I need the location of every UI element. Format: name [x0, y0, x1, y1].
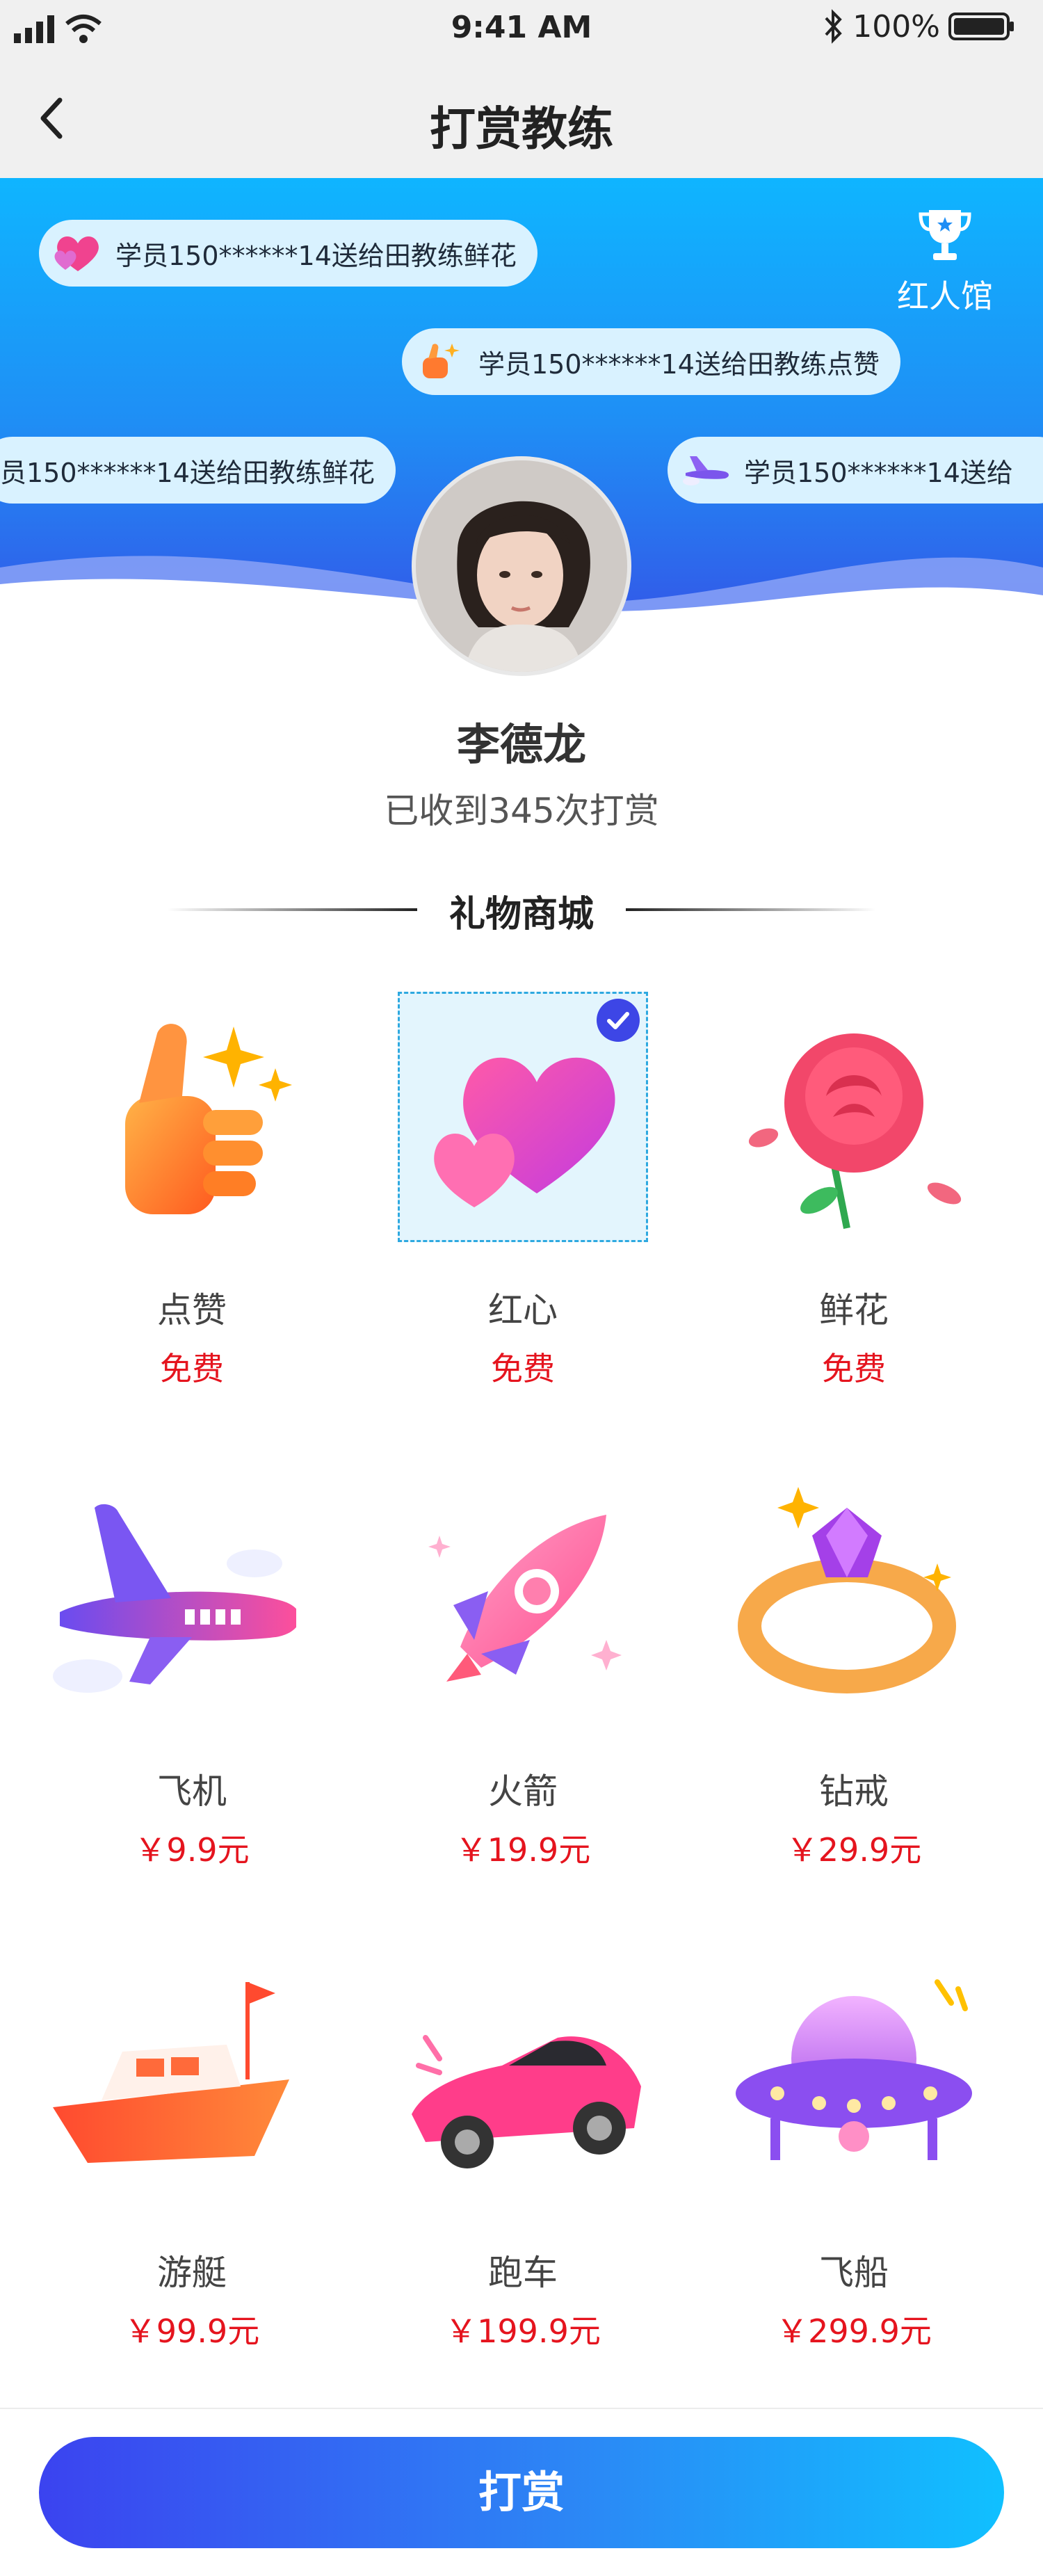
gift-price: ￥29.9元: [786, 1831, 922, 1869]
ticker-message: 学员150******14送给田教练点赞: [402, 328, 900, 395]
gift-item-ufo[interactable]: 飞船 ￥299.9元: [701, 1954, 979, 2399]
shop-title: 礼物商城: [448, 894, 594, 935]
gift-name: 火箭: [488, 1771, 558, 1812]
gift-name: 跑车: [488, 2253, 558, 2293]
gift-name: 钻戒: [819, 1771, 889, 1812]
page-title: 打赏教练: [430, 102, 613, 156]
famous-hall-button[interactable]: 红人馆: [886, 206, 1004, 317]
coach-name: 李德龙: [456, 719, 586, 770]
yacht-icon: [53, 1982, 289, 2163]
ticker-message: 学员150******14送给田教练鲜花: [39, 220, 537, 287]
rose-icon: [748, 1033, 962, 1229]
coach-photo: [416, 460, 627, 672]
gift-item-diamond-ring[interactable]: 钻戒 ￥29.9元: [701, 1473, 979, 1918]
gift-item-rocket[interactable]: 火箭 ￥19.9元: [370, 1473, 648, 1918]
gift-price: 免费: [822, 1350, 886, 1387]
nav-bar: 打赏教练: [0, 61, 1043, 178]
airplane-icon: [53, 1504, 296, 1693]
gift-price: ￥199.9元: [445, 2312, 601, 2350]
status-bar: 9:41 AM 100%: [0, 0, 1043, 61]
reward-count: 已收到345次打赏: [384, 791, 659, 831]
airplane-icon: [683, 456, 729, 485]
reward-button[interactable]: 打赏: [39, 2437, 1004, 2548]
gift-price: ￥19.9元: [455, 1831, 591, 1869]
thumbs-up-icon: [125, 1024, 292, 1214]
gift-name: 鲜花: [819, 1290, 889, 1330]
bottom-divider: [0, 2408, 1043, 2409]
battery-icon: [948, 13, 1014, 40]
bluetooth-icon: [825, 9, 842, 44]
gift-name: 飞船: [819, 2253, 889, 2293]
rocket-icon: [428, 1515, 622, 1682]
gift-item-yacht[interactable]: 游艇 ￥99.9元: [39, 1954, 317, 2399]
famous-hall-label: 红人馆: [897, 277, 993, 315]
diamond-ring-icon: [738, 1487, 956, 1693]
ticker-message: 员150******14送给田教练鲜花: [0, 437, 396, 504]
gift-name: 红心: [488, 1290, 558, 1330]
gift-name: 点赞: [157, 1290, 227, 1330]
avatar: [412, 456, 631, 676]
gift-item-rose[interactable]: 鲜花 免费: [701, 992, 979, 1437]
heart-icon: [54, 236, 99, 271]
sports-car-icon: [412, 2035, 641, 2168]
gift-item-sports-car[interactable]: 跑车 ￥199.9元: [370, 1954, 648, 2399]
trophy-icon: [919, 210, 971, 260]
selected-check-icon: [597, 999, 640, 1042]
gift-item-airplane[interactable]: 飞机 ￥9.9元: [39, 1473, 317, 1918]
gift-price: ￥99.9元: [124, 2312, 260, 2350]
thumbs-up-icon: [423, 344, 460, 378]
ticker-message: 学员150******14送给: [668, 437, 1043, 504]
gift-name: 游艇: [157, 2253, 227, 2293]
gift-price: 免费: [491, 1350, 555, 1387]
gift-item-heart[interactable]: 红心 免费: [370, 992, 648, 1437]
gift-price: ￥299.9元: [776, 2312, 932, 2350]
ufo-icon: [736, 1979, 972, 2160]
gift-price: ￥9.9元: [134, 1831, 250, 1869]
gift-item-thumbs-up[interactable]: 点赞 免费: [39, 992, 317, 1437]
gift-price: 免费: [160, 1350, 224, 1387]
gift-name: 飞机: [157, 1771, 227, 1812]
battery-percent: 100%: [852, 8, 940, 45]
divider-line: [626, 908, 876, 911]
